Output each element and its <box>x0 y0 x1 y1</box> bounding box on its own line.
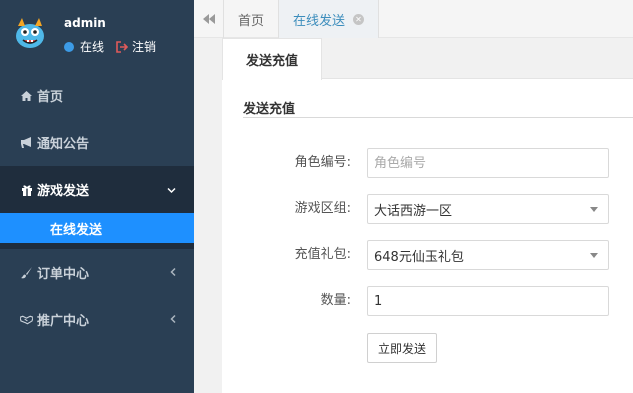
sidebar-item-home[interactable]: 首页 <box>0 72 194 119</box>
online-status-text: 在线 <box>80 40 105 54</box>
tab-send-recharge[interactable]: 发送充值 <box>222 38 322 80</box>
role-id-label: 角色编号: <box>294 155 351 170</box>
sidebar-item-notice[interactable]: 通知公告 <box>0 119 194 166</box>
sidebar-item-label: 推广中心 <box>37 314 90 329</box>
tab-bar: 首页 在线发送 ✕ <box>194 0 633 38</box>
section-divider <box>243 117 633 118</box>
tab-label: 在线发送 <box>293 13 346 29</box>
sidebar-subitem-label: 在线发送 <box>50 222 103 238</box>
qty-input[interactable]: 1 <box>367 286 609 316</box>
bullhorn-icon <box>20 136 33 149</box>
sidebar-item-game-send[interactable]: 游戏发送 <box>0 166 194 213</box>
sidebar-item-label: 通知公告 <box>37 137 90 152</box>
main-content: 发送充值 发送充值 角色编号: 游戏区组: 大话西游一区 充值礼包: 648元仙… <box>194 38 633 393</box>
tab-divider <box>322 78 633 79</box>
user-profile: admin 在线 注销 <box>0 0 194 70</box>
sidebar-item-label: 首页 <box>37 90 64 105</box>
sidebar-collapse-button[interactable] <box>194 0 224 38</box>
caret-down-icon <box>590 207 598 212</box>
panel-tabs: 发送充值 <box>222 38 633 80</box>
zone-select[interactable]: 大话西游一区 <box>367 194 609 224</box>
chevron-down-icon <box>167 183 176 196</box>
form-row-role-id: 角色编号: <box>222 148 633 178</box>
home-icon <box>20 89 33 102</box>
recharge-panel: 发送充值 发送充值 角色编号: 游戏区组: 大话西游一区 充值礼包: 648元仙… <box>222 38 633 393</box>
username: admin <box>64 16 106 30</box>
chevron-left-icon <box>170 266 176 279</box>
online-status-icon <box>64 41 74 52</box>
zone-label: 游戏区组: <box>294 201 351 216</box>
section-title: 发送充值 <box>243 102 296 117</box>
tab-online-send[interactable]: 在线发送 ✕ <box>279 0 380 38</box>
gift-icon <box>20 183 33 196</box>
tab-home[interactable]: 首页 <box>224 0 280 38</box>
role-id-input[interactable] <box>367 148 609 178</box>
form-row-zone: 游戏区组: 大话西游一区 <box>222 194 633 224</box>
double-chevron-left-icon <box>202 14 215 24</box>
gift-select-value: 648元仙玉礼包 <box>374 249 464 265</box>
logout-link[interactable]: 注销 <box>132 38 156 55</box>
caret-down-icon <box>590 253 598 258</box>
sidebar-item-label: 订单中心 <box>37 267 90 282</box>
gift-select[interactable]: 648元仙玉礼包 <box>367 240 609 270</box>
zone-select-value: 大话西游一区 <box>374 203 453 219</box>
qty-label: 数量: <box>320 293 351 308</box>
tab-label: 首页 <box>238 13 265 29</box>
form-row-gift: 充值礼包: 648元仙玉礼包 <box>222 240 633 270</box>
handshake-icon <box>20 313 33 326</box>
sidebar-nav: 首页 通知公告 游戏发送 在线发送 订单中心 推广中心 <box>0 72 194 343</box>
user-status-row: 在线 注销 <box>64 38 156 55</box>
chevron-left-icon <box>170 313 176 326</box>
close-icon[interactable]: ✕ <box>353 13 365 25</box>
monster-avatar-icon <box>16 18 44 48</box>
sidebar-item-promotion[interactable]: 推广中心 <box>0 296 194 343</box>
sidebar-item-orders[interactable]: 订单中心 <box>0 249 194 296</box>
brush-icon <box>20 266 33 279</box>
submenu-game-send: 在线发送 <box>0 213 194 249</box>
logout-icon[interactable] <box>116 40 129 53</box>
gift-label: 充值礼包: <box>294 247 351 262</box>
sidebar-item-label: 游戏发送 <box>37 184 90 199</box>
sidebar: admin 在线 注销 首页 通知公告 游戏发送 在线发送 订单中心 推广中心 <box>0 0 194 393</box>
send-now-button[interactable]: 立即发送 <box>367 333 438 363</box>
qty-input-value: 1 <box>374 293 383 309</box>
sidebar-subitem-online-send[interactable]: 在线发送 <box>0 213 194 243</box>
form-row-qty: 数量: 1 <box>222 286 633 316</box>
